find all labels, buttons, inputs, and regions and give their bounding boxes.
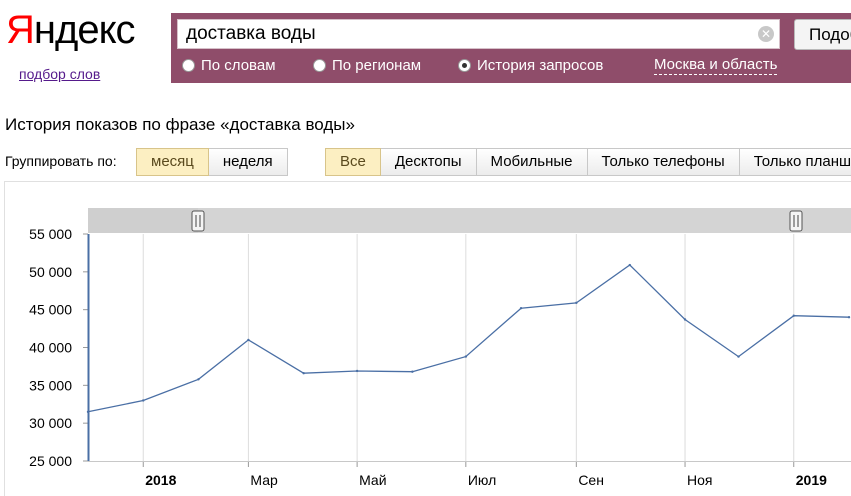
data-point[interactable] — [142, 399, 145, 402]
data-point[interactable] — [737, 355, 740, 358]
y-tick-label: 40 000 — [29, 340, 72, 356]
x-tick-label: 2019 — [796, 472, 827, 488]
data-point[interactable] — [847, 316, 851, 319]
y-tick-label: 45 000 — [29, 302, 72, 318]
y-tick-label: 30 000 — [29, 415, 72, 431]
data-point[interactable] — [197, 378, 200, 381]
y-tick-label: 55 000 — [29, 226, 72, 242]
history-chart: 25 000 30 000 35 000 40 000 45 000 50 000 55 0… — [29, 208, 851, 488]
navigator-left-mask — [88, 208, 198, 233]
series-line — [87, 264, 850, 413]
x-tick-label: Июл — [468, 472, 496, 488]
x-axis: 2018 Мар Май Июл Сен Ноя 2019 — [88, 234, 851, 488]
y-tick-label: 50 000 — [29, 264, 72, 280]
data-point[interactable] — [302, 372, 305, 375]
navigator-left-handle[interactable] — [191, 210, 205, 232]
data-point[interactable] — [411, 370, 414, 373]
x-tick-label: Ноя — [687, 472, 712, 488]
navigator-right-handle[interactable] — [789, 210, 803, 232]
data-point[interactable] — [355, 369, 359, 373]
y-tick-label: 35 000 — [29, 377, 72, 393]
data-point[interactable] — [247, 338, 250, 342]
y-axis: 25 000 30 000 35 000 40 000 45 000 50 000 55 0… — [29, 226, 90, 469]
data-point[interactable] — [86, 410, 90, 414]
x-tick-label: Май — [359, 472, 386, 488]
x-tick-label: Мар — [250, 472, 278, 488]
x-tick-label: 2018 — [145, 472, 176, 488]
data-point[interactable] — [575, 301, 578, 305]
data-point[interactable] — [792, 314, 795, 317]
data-point[interactable] — [464, 355, 468, 358]
data-point[interactable] — [628, 263, 631, 267]
data-point[interactable] — [683, 318, 687, 321]
plot-area — [86, 263, 851, 414]
data-point[interactable] — [519, 306, 523, 310]
y-tick-label: 25 000 — [29, 453, 72, 469]
x-tick-label: Сен — [578, 472, 604, 488]
